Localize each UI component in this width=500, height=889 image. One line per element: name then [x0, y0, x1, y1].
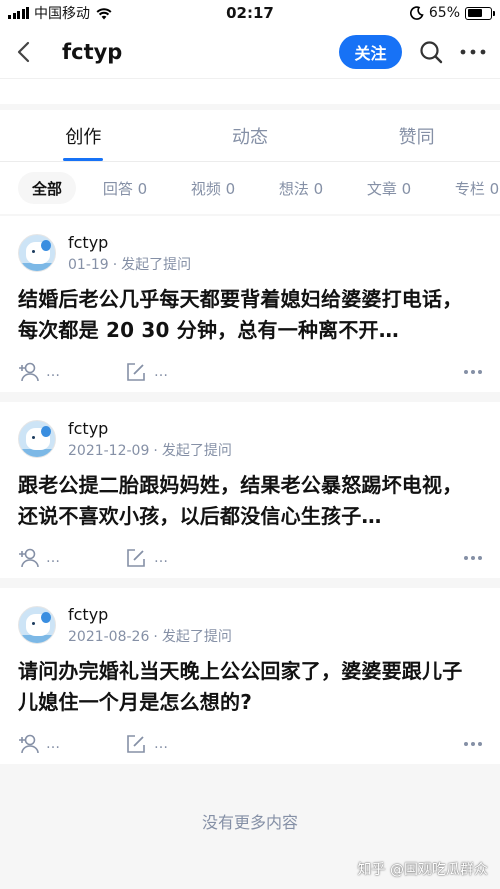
add-user-icon	[18, 361, 40, 383]
status-right: 65%	[322, 5, 495, 21]
edit-icon	[126, 361, 148, 383]
filter-columns[interactable]: 专栏 0	[438, 172, 500, 204]
author-name[interactable]: fctyp	[68, 233, 191, 253]
write-answer-button[interactable]: …	[126, 361, 234, 383]
signal-icon	[8, 7, 29, 19]
card-meta: fctyp 2021-12-09 · 发起了提问	[68, 419, 232, 460]
status-bar: 中国移动 02:17 65%	[0, 0, 500, 26]
feed-card[interactable]: fctyp 2021-08-26 · 发起了提问 请问办完婚礼当天晚上公公回家了，婆…	[0, 588, 500, 764]
battery-fill	[467, 9, 482, 17]
card-header: fctyp 2021-12-09 · 发起了提问	[18, 416, 482, 462]
battery-icon	[465, 6, 495, 20]
watermark-text: 知乎 @国观吃瓜群众	[357, 862, 488, 878]
header-strip	[0, 78, 500, 104]
write-text: …	[154, 550, 168, 566]
more-icon[interactable]	[464, 370, 482, 374]
edit-icon	[126, 547, 148, 569]
clock: 02:17	[226, 4, 274, 22]
top-nav: fctyp 关注	[0, 26, 500, 78]
carrier-label: 中国移动	[34, 6, 90, 22]
card-actions: … …	[18, 722, 482, 766]
add-user-icon	[18, 733, 40, 755]
card-subline: 01-19 · 发起了提问	[68, 256, 192, 273]
avatar[interactable]	[18, 420, 56, 458]
card-actions: … …	[18, 536, 482, 580]
question-title[interactable]: 请问办完婚礼当天晚上公公回家了，婆婆要跟儿子儿媳住一个月是怎么想的?	[18, 656, 482, 718]
post-action: 发起了提问	[161, 442, 232, 459]
card-subline: 2021-08-26 · 发起了提问	[68, 628, 232, 645]
more-icon[interactable]	[464, 556, 482, 560]
write-text: …	[154, 364, 168, 380]
tab-activity[interactable]: 动态	[167, 110, 334, 161]
invite-text: …	[46, 550, 60, 566]
write-answer-button[interactable]: …	[126, 547, 234, 569]
profile-tabs: 创作 动态 赞同	[0, 110, 500, 162]
post-date: 2021-08-26	[68, 628, 150, 645]
status-left: 中国移动	[8, 3, 178, 23]
end-of-list-text: 没有更多内容	[201, 813, 298, 832]
post-date: 01-19	[68, 256, 109, 273]
card-actions: … …	[18, 350, 482, 394]
card-meta: fctyp 2021-08-26 · 发起了提问	[68, 605, 232, 646]
search-icon[interactable]	[418, 39, 444, 65]
card-header: fctyp 2021-08-26 · 发起了提问	[18, 602, 482, 648]
write-text: …	[154, 736, 168, 752]
card-meta: fctyp 01-19 · 发起了提问	[68, 233, 191, 274]
filter-all[interactable]: 全部	[18, 172, 76, 204]
tab-creation[interactable]: 创作	[0, 110, 167, 161]
invite-text: …	[46, 364, 60, 380]
moon-icon	[409, 6, 424, 20]
filter-videos[interactable]: 视频 0	[174, 172, 252, 204]
page-title: fctyp	[62, 40, 123, 64]
divider	[0, 392, 500, 402]
avatar[interactable]	[18, 606, 56, 644]
feed-card[interactable]: fctyp 01-19 · 发起了提问 结婚后老公几乎每天都要背着媳妇给婆婆打电话，…	[0, 216, 500, 392]
invite-button[interactable]: …	[18, 733, 126, 755]
feed-card[interactable]: fctyp 2021-12-09 · 发起了提问 跟老公提二胎跟妈妈姓，结果老公暴怒…	[0, 402, 500, 578]
author-name[interactable]: fctyp	[68, 605, 232, 625]
follow-button[interactable]: 关注	[339, 35, 402, 69]
divider	[0, 578, 500, 588]
filter-bar: 全部 回答 0 视频 0 想法 0 文章 0 专栏 0	[0, 162, 500, 214]
card-subline: 2021-12-09 · 发起了提问	[68, 442, 232, 459]
filter-articles[interactable]: 文章 0	[350, 172, 428, 204]
avatar[interactable]	[18, 234, 56, 272]
add-user-icon	[18, 547, 40, 569]
invite-button[interactable]: …	[18, 361, 126, 383]
wifi-icon	[96, 8, 112, 20]
post-date: 2021-12-09	[68, 442, 150, 459]
author-name[interactable]: fctyp	[68, 419, 232, 439]
card-header: fctyp 01-19 · 发起了提问	[18, 230, 482, 276]
watermark: 知乎 @国观吃瓜群众	[358, 859, 488, 879]
more-icon[interactable]	[460, 39, 486, 65]
question-title[interactable]: 结婚后老公几乎每天都要背着媳妇给婆婆打电话，每次都是 20 30 分钟，总有一种…	[18, 284, 482, 346]
invite-button[interactable]: …	[18, 547, 126, 569]
more-icon[interactable]	[464, 742, 482, 746]
write-answer-button[interactable]: …	[126, 733, 234, 755]
chevron-left-icon[interactable]	[16, 40, 40, 64]
invite-text: …	[46, 736, 60, 752]
edit-icon	[126, 733, 148, 755]
tab-likes[interactable]: 赞同	[333, 110, 500, 161]
filter-thoughts[interactable]: 想法 0	[262, 172, 340, 204]
question-title[interactable]: 跟老公提二胎跟妈妈姓，结果老公暴怒踢坏电视，还说不喜欢小孩，以后都没信心生孩子…	[18, 470, 482, 532]
filter-answers[interactable]: 回答 0	[86, 172, 164, 204]
post-action: 发起了提问	[161, 628, 232, 645]
post-action: 发起了提问	[121, 256, 192, 273]
battery-percent: 65%	[428, 5, 460, 21]
